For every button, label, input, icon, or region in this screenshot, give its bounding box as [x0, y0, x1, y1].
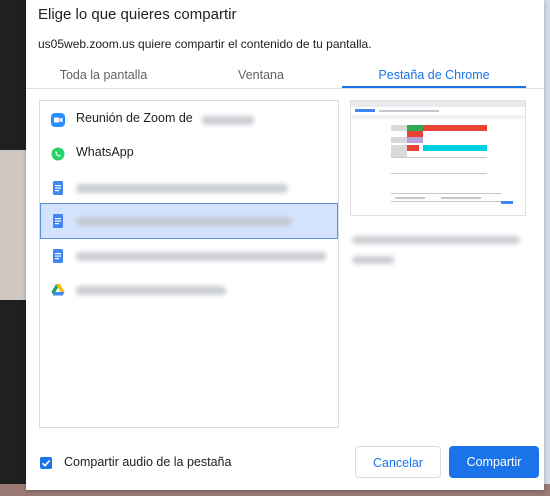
dialog-title: Elige lo que quieres compartir: [38, 6, 237, 23]
chrome-tab-list: Reunión de Zoom de WhatsApp: [39, 100, 339, 428]
background-window-left: [0, 0, 26, 496]
redacted-text: [352, 256, 394, 264]
zoom-icon: [51, 113, 65, 127]
cancel-button[interactable]: Cancelar: [355, 446, 441, 478]
share-audio-label[interactable]: Compartir audio de la pestaña: [64, 455, 231, 469]
list-item-whatsapp[interactable]: WhatsApp: [40, 137, 338, 171]
redacted-text: [76, 286, 226, 295]
redacted-text: [352, 236, 520, 244]
share-screen-dialog: Elige lo que quieres compartir us05web.z…: [26, 0, 544, 490]
share-source-tabs: Toda la pantalla Ventana Pestaña de Chro…: [26, 62, 544, 88]
share-audio-checkbox[interactable]: [40, 457, 52, 469]
google-drive-icon: [51, 284, 65, 296]
share-button[interactable]: Compartir: [449, 446, 539, 478]
google-docs-icon: [53, 214, 63, 228]
redacted-text: [202, 116, 254, 125]
redacted-text: [76, 252, 326, 261]
list-item-zoom-meeting[interactable]: Reunión de Zoom de: [40, 103, 338, 137]
google-docs-icon: [53, 181, 63, 195]
list-item-google-doc-selected[interactable]: [40, 203, 338, 239]
tabs-divider: [26, 88, 544, 89]
tab-chrome-tab[interactable]: Pestaña de Chrome: [342, 62, 526, 88]
redacted-text: [76, 184, 288, 193]
background-window-right: [544, 0, 550, 496]
tab-window[interactable]: Ventana: [181, 62, 341, 88]
list-item-label: Reunión de Zoom de: [76, 111, 193, 125]
checkmark-icon: [41, 460, 51, 467]
list-item-google-doc[interactable]: [40, 239, 338, 273]
tab-preview-thumbnail: [350, 100, 526, 216]
whatsapp-icon: [51, 147, 65, 161]
dialog-subtitle: us05web.zoom.us quiere compartir el cont…: [38, 37, 372, 51]
list-item-google-doc[interactable]: [40, 171, 338, 205]
list-item-label: WhatsApp: [76, 145, 134, 159]
list-item-google-drive[interactable]: [40, 273, 338, 307]
google-docs-icon: [53, 249, 63, 263]
tab-entire-screen[interactable]: Toda la pantalla: [26, 62, 181, 88]
redacted-text: [76, 217, 292, 226]
spreadsheet-preview-image: [351, 101, 525, 215]
preview-caption: [350, 232, 526, 272]
